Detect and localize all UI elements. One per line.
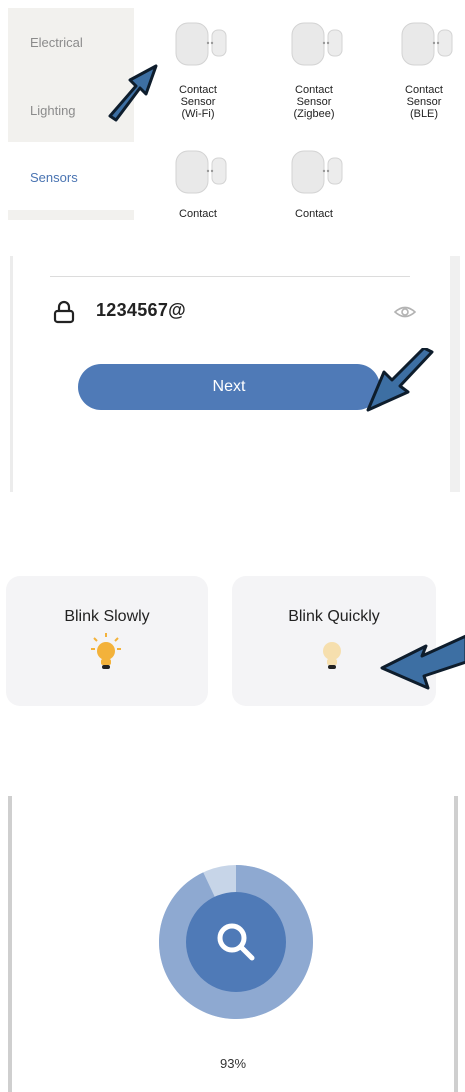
blink-mode-panel: Blink Slowly Blink Quickly	[6, 576, 465, 708]
device-contact-sensor-zigbee[interactable]: Contact Sensor (Zigbee)	[270, 20, 358, 130]
lock-icon	[53, 300, 75, 324]
arrow-pointer-icon	[380, 634, 465, 690]
sidebar-item-sensors[interactable]: Sensors	[8, 142, 134, 210]
panel-border	[10, 256, 13, 492]
progress-ring	[158, 865, 313, 1019]
sidebar-item-label: Electrical	[30, 35, 83, 50]
panel-border	[454, 796, 458, 1092]
bulb-icon	[323, 642, 341, 669]
sidebar-item-label: Lighting	[30, 103, 76, 118]
device-label: Contact Sensor (BLE)	[405, 84, 443, 120]
device-label: Contact	[295, 208, 333, 220]
device-contact-sensor-4[interactable]: Contact	[154, 148, 242, 220]
blink-slowly-card[interactable]: Blink Slowly	[6, 576, 208, 706]
contact-sensor-icon	[401, 22, 453, 66]
arrow-pointer-icon	[108, 64, 158, 122]
panel-border	[8, 796, 12, 1092]
sidebar-item-label: Sensors	[30, 170, 78, 185]
panel-border	[450, 256, 460, 492]
progress-percent: 93%	[219, 1056, 247, 1071]
device-label: Contact Sensor (Zigbee)	[293, 84, 335, 120]
eye-icon[interactable]	[394, 304, 416, 320]
device-contact-sensor-wifi[interactable]: Contact Sensor (Wi-Fi)	[154, 20, 242, 130]
device-contact-sensor-5[interactable]: Contact	[270, 148, 358, 220]
blink-slowly-label: Blink Slowly	[64, 608, 150, 625]
password-field[interactable]: 1234567@	[96, 300, 186, 321]
arrow-pointer-icon	[366, 348, 434, 412]
device-category-panel: Electrical Lighting Sensors Contact Sens…	[8, 8, 458, 220]
contact-sensor-icon	[175, 22, 227, 66]
divider	[50, 276, 410, 277]
password-panel: 1234567@ Next	[10, 256, 460, 492]
sidebar-item-next	[8, 210, 134, 220]
device-label: Contact Sensor (Wi-Fi)	[179, 84, 217, 120]
contact-sensor-icon	[175, 150, 227, 194]
bulb-icon	[91, 633, 121, 669]
search-progress-panel: 93%	[8, 796, 458, 1092]
next-button[interactable]: Next	[78, 364, 380, 410]
contact-sensor-icon	[291, 150, 343, 194]
device-label: Contact	[179, 208, 217, 220]
device-contact-sensor-ble[interactable]: Contact Sensor (BLE)	[380, 20, 458, 130]
contact-sensor-icon	[291, 22, 343, 66]
blink-quickly-label: Blink Quickly	[288, 608, 380, 625]
